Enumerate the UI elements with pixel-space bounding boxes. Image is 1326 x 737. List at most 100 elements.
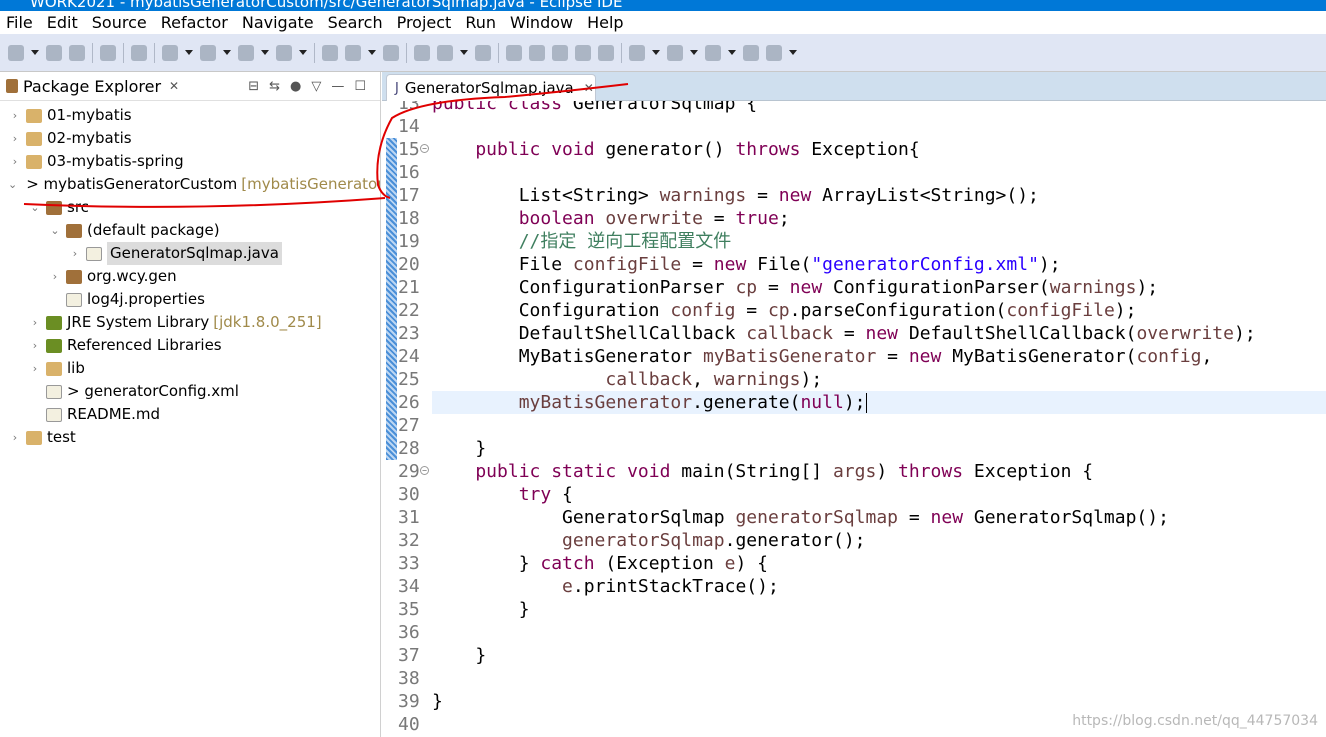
chevron-right-icon[interactable]: › bbox=[48, 265, 62, 288]
tree-item[interactable]: › org.wcy.gen bbox=[0, 265, 380, 288]
tree-item[interactable]: > generatorConfig.xml bbox=[0, 380, 380, 403]
dropdown-arrow-icon[interactable] bbox=[789, 50, 797, 55]
next-annotation-icon[interactable] bbox=[475, 44, 491, 61]
dropdown-arrow-icon[interactable] bbox=[261, 50, 269, 55]
show-whitespace-icon[interactable] bbox=[575, 44, 591, 61]
toggle-editor-icon[interactable] bbox=[552, 44, 568, 61]
chevron-right-icon[interactable]: › bbox=[8, 104, 22, 127]
coverage-icon[interactable] bbox=[238, 44, 254, 61]
close-icon[interactable]: ✕ bbox=[584, 81, 594, 95]
last-edit-icon[interactable] bbox=[705, 44, 721, 61]
chevron-right-icon[interactable]: › bbox=[8, 127, 22, 150]
dropdown-arrow-icon[interactable] bbox=[299, 50, 307, 55]
tree-item[interactable]: ⌄ (default package) bbox=[0, 219, 380, 242]
tree-item[interactable]: ⌄ > mybatisGeneratorCustom [mybatisGenerat… bbox=[0, 173, 380, 196]
code-text: File configFile = new File("generatorCon… bbox=[432, 253, 1061, 276]
chevron-right-icon[interactable]: › bbox=[8, 426, 22, 449]
chevron-down-icon[interactable]: ⌄ bbox=[28, 196, 42, 219]
package-explorer-title[interactable]: Package Explorer bbox=[23, 77, 161, 96]
dropdown-arrow-icon[interactable] bbox=[185, 50, 193, 55]
save-all-icon[interactable] bbox=[69, 44, 85, 61]
code-line: 18 boolean overwrite = true; bbox=[382, 207, 1326, 230]
open-task-icon[interactable] bbox=[414, 44, 430, 61]
tree-item[interactable]: log4j.properties bbox=[0, 288, 380, 311]
code-line: 30 try { bbox=[382, 483, 1326, 506]
dropdown-arrow-icon[interactable] bbox=[223, 50, 231, 55]
close-icon[interactable]: ✕ bbox=[169, 79, 179, 93]
dropdown-arrow-icon[interactable] bbox=[728, 50, 736, 55]
block-selection-icon[interactable] bbox=[529, 44, 545, 61]
search-icon[interactable] bbox=[437, 44, 453, 61]
dropdown-arrow-icon[interactable] bbox=[460, 50, 468, 55]
tree-item[interactable]: ⌄ src bbox=[0, 196, 380, 219]
fold-icon[interactable]: − bbox=[420, 144, 429, 153]
view-menu-icon[interactable]: ▽ bbox=[311, 79, 321, 94]
code-line: 20 File configFile = new File("generator… bbox=[382, 253, 1326, 276]
chevron-down-icon[interactable]: ⌄ bbox=[8, 173, 17, 196]
dropdown-arrow-icon[interactable] bbox=[368, 50, 376, 55]
menu-window[interactable]: Window bbox=[510, 13, 573, 32]
run-icon[interactable] bbox=[200, 44, 216, 61]
link-editor-icon[interactable]: ⇆ bbox=[269, 79, 280, 94]
chevron-down-icon[interactable]: ⌄ bbox=[48, 219, 62, 242]
tree-item[interactable]: › 02-mybatis bbox=[0, 127, 380, 150]
pilcrow-icon[interactable] bbox=[598, 44, 614, 61]
chevron-right-icon[interactable]: › bbox=[28, 334, 42, 357]
code-token: generatorSqlmap bbox=[562, 530, 725, 551]
tree-item[interactable]: › 01-mybatis bbox=[0, 104, 380, 127]
chevron-right-icon[interactable]: › bbox=[8, 150, 22, 173]
code-text: } catch (Exception e) { bbox=[432, 552, 768, 575]
open-type-icon[interactable] bbox=[383, 44, 399, 61]
code-token: MyBatisGenerator bbox=[432, 346, 703, 367]
filter-icon[interactable]: ● bbox=[290, 79, 301, 94]
dropdown-arrow-icon[interactable] bbox=[690, 50, 698, 55]
back-icon[interactable] bbox=[743, 44, 759, 61]
menu-search[interactable]: Search bbox=[328, 13, 383, 32]
toolbar bbox=[0, 34, 1326, 72]
menu-refactor[interactable]: Refactor bbox=[161, 13, 228, 32]
menu-navigate[interactable]: Navigate bbox=[242, 13, 314, 32]
tree-item[interactable]: › Referenced Libraries bbox=[0, 334, 380, 357]
fold-icon[interactable]: − bbox=[420, 466, 429, 475]
collapse-all-icon[interactable]: ⊟ bbox=[248, 79, 259, 94]
tree-item[interactable]: › lib bbox=[0, 357, 380, 380]
dropdown-arrow-icon[interactable] bbox=[31, 50, 39, 55]
tree-item[interactable]: › test bbox=[0, 426, 380, 449]
mark-occurrences-icon[interactable] bbox=[506, 44, 522, 61]
menu-source[interactable]: Source bbox=[92, 13, 147, 32]
code-area[interactable]: 13 public class GeneratorSqlmap {14 15− pu… bbox=[382, 101, 1326, 737]
new-icon[interactable] bbox=[8, 44, 24, 61]
tree-item-decoration: [jdk1.8.0_251] bbox=[213, 313, 322, 331]
dropdown-arrow-icon[interactable] bbox=[652, 50, 660, 55]
maximize-icon[interactable]: ☐ bbox=[354, 79, 366, 94]
tree-item[interactable]: › 03-mybatis-spring bbox=[0, 150, 380, 173]
tab-generatorsqlmap-java[interactable]: J GeneratorSqlmap.java ✕ bbox=[386, 74, 596, 101]
save-icon[interactable] bbox=[46, 44, 62, 61]
menu-file[interactable]: File bbox=[6, 13, 33, 32]
menu-edit[interactable]: Edit bbox=[47, 13, 78, 32]
line-number: 33 bbox=[398, 553, 420, 574]
line-number: 27 bbox=[398, 415, 420, 436]
external-tools-icon[interactable] bbox=[276, 44, 292, 61]
prev-edit-icon[interactable] bbox=[667, 44, 683, 61]
new-java-class-icon[interactable] bbox=[345, 44, 361, 61]
tree-item[interactable]: README.md bbox=[0, 403, 380, 426]
code-editor: J GeneratorSqlmap.java ✕ 13 public class … bbox=[382, 72, 1326, 737]
new-java-package-icon[interactable] bbox=[322, 44, 338, 61]
chevron-right-icon[interactable]: › bbox=[28, 357, 42, 380]
minimize-icon[interactable]: — bbox=[331, 79, 344, 94]
menu-run[interactable]: Run bbox=[465, 13, 496, 32]
debug-icon[interactable] bbox=[162, 44, 178, 61]
skip-breakpoints-icon[interactable] bbox=[131, 44, 147, 61]
chevron-right-icon[interactable]: › bbox=[68, 242, 82, 265]
tree-item-label: README.md bbox=[67, 405, 161, 423]
chevron-right-icon[interactable]: › bbox=[28, 311, 42, 334]
next-edit-icon[interactable] bbox=[629, 44, 645, 61]
forward-icon[interactable] bbox=[766, 44, 782, 61]
menu-help[interactable]: Help bbox=[587, 13, 623, 32]
menu-project[interactable]: Project bbox=[397, 13, 452, 32]
tree-item[interactable]: › JRE System Library [jdk1.8.0_251] bbox=[0, 311, 380, 334]
terminal-icon[interactable] bbox=[100, 44, 116, 61]
tree-item[interactable]: › GeneratorSqlmap.java bbox=[0, 242, 380, 265]
code-line: 32 generatorSqlmap.generator(); bbox=[382, 529, 1326, 552]
